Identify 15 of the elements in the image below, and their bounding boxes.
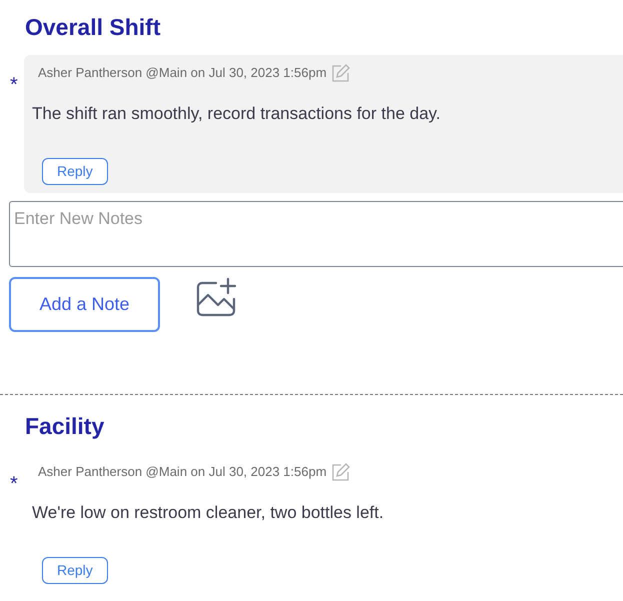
required-asterisk: *: [9, 474, 19, 496]
note-text: We're low on restroom cleaner, two bottles left.: [31, 502, 384, 524]
reply-button[interactable]: Reply: [42, 557, 108, 584]
required-asterisk: *: [9, 74, 19, 98]
reply-button[interactable]: Reply: [42, 158, 108, 185]
notes-input[interactable]: Enter New Notes: [9, 201, 623, 267]
add-note-button[interactable]: Add a Note: [9, 277, 160, 332]
note-meta: Asher Pantherson @Main on Jul 30, 2023 1:56pm: [38, 462, 327, 481]
note-text: The shift ran smoothly, record transactions for the day.: [31, 102, 440, 124]
section-heading: Overall Shift: [25, 13, 162, 42]
section-heading: Facility: [25, 412, 106, 441]
edit-icon[interactable]: [330, 62, 351, 82]
note-meta: Asher Pantherson @Main on Jul 30, 2023 1:56pm: [38, 64, 327, 82]
edit-icon[interactable]: [330, 462, 351, 482]
add-image-icon[interactable]: [194, 277, 238, 319]
